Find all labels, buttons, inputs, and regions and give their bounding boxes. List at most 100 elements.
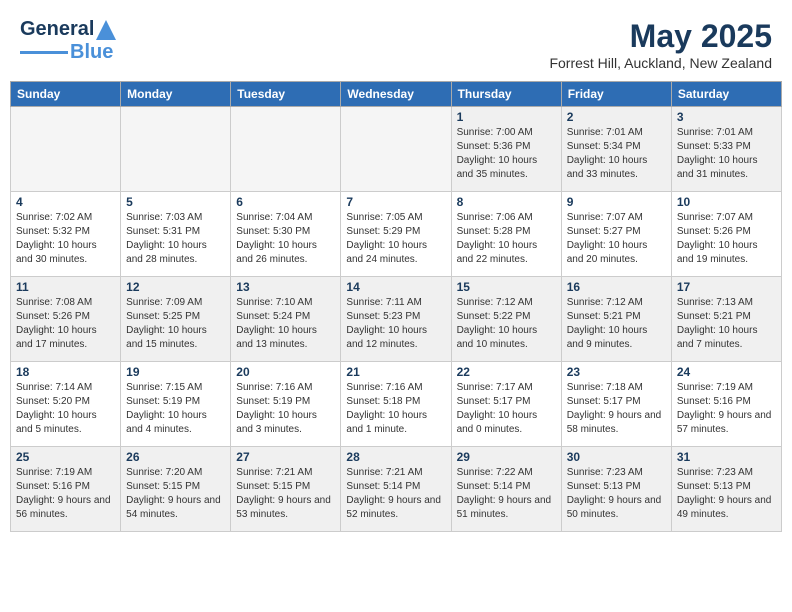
page-subtitle: Forrest Hill, Auckland, New Zealand xyxy=(549,55,772,71)
day-number: 22 xyxy=(457,365,556,379)
calendar-table: SundayMondayTuesdayWednesdayThursdayFrid… xyxy=(10,81,782,532)
day-info: Sunrise: 7:04 AMSunset: 5:30 PMDaylight:… xyxy=(236,211,335,267)
page-header: General Blue May 2025 Forrest Hill, Auck… xyxy=(10,10,782,75)
calendar-day-cell: 13 Sunrise: 7:10 AMSunset: 5:24 PMDayligh… xyxy=(231,277,341,362)
day-info: Sunrise: 7:16 AMSunset: 5:19 PMDaylight:… xyxy=(236,381,335,437)
day-info: Sunrise: 7:12 AMSunset: 5:22 PMDaylight:… xyxy=(457,296,556,352)
day-info: Sunrise: 7:20 AMSunset: 5:15 PMDaylight:… xyxy=(126,466,225,522)
calendar-day-header: Sunday xyxy=(11,82,121,107)
day-info: Sunrise: 7:08 AMSunset: 5:26 PMDaylight:… xyxy=(16,296,115,352)
day-info: Sunrise: 7:02 AMSunset: 5:32 PMDaylight:… xyxy=(16,211,115,267)
day-number: 16 xyxy=(567,280,666,294)
day-info: Sunrise: 7:11 AMSunset: 5:23 PMDaylight:… xyxy=(346,296,445,352)
calendar-day-cell: 12 Sunrise: 7:09 AMSunset: 5:25 PMDayligh… xyxy=(121,277,231,362)
calendar-day-cell: 7 Sunrise: 7:05 AMSunset: 5:29 PMDaylight… xyxy=(341,192,451,277)
calendar-day-cell: 2 Sunrise: 7:01 AMSunset: 5:34 PMDaylight… xyxy=(561,107,671,192)
calendar-day-cell: 27 Sunrise: 7:21 AMSunset: 5:15 PMDayligh… xyxy=(231,447,341,532)
calendar-week-row: 4 Sunrise: 7:02 AMSunset: 5:32 PMDaylight… xyxy=(11,192,782,277)
calendar-day-cell xyxy=(341,107,451,192)
calendar-header-row: SundayMondayTuesdayWednesdayThursdayFrid… xyxy=(11,82,782,107)
day-info: Sunrise: 7:17 AMSunset: 5:17 PMDaylight:… xyxy=(457,381,556,437)
calendar-day-cell: 9 Sunrise: 7:07 AMSunset: 5:27 PMDaylight… xyxy=(561,192,671,277)
day-info: Sunrise: 7:15 AMSunset: 5:19 PMDaylight:… xyxy=(126,381,225,437)
calendar-day-cell: 11 Sunrise: 7:08 AMSunset: 5:26 PMDayligh… xyxy=(11,277,121,362)
calendar-day-cell xyxy=(121,107,231,192)
day-info: Sunrise: 7:01 AMSunset: 5:34 PMDaylight:… xyxy=(567,126,666,182)
day-number: 30 xyxy=(567,450,666,464)
day-number: 27 xyxy=(236,450,335,464)
day-number: 7 xyxy=(346,195,445,209)
day-info: Sunrise: 7:05 AMSunset: 5:29 PMDaylight:… xyxy=(346,211,445,267)
day-info: Sunrise: 7:03 AMSunset: 5:31 PMDaylight:… xyxy=(126,211,225,267)
day-number: 5 xyxy=(126,195,225,209)
day-number: 23 xyxy=(567,365,666,379)
day-number: 21 xyxy=(346,365,445,379)
page-title: May 2025 xyxy=(549,18,772,55)
day-number: 3 xyxy=(677,110,776,124)
calendar-day-cell: 19 Sunrise: 7:15 AMSunset: 5:19 PMDayligh… xyxy=(121,362,231,447)
day-info: Sunrise: 7:23 AMSunset: 5:13 PMDaylight:… xyxy=(677,466,776,522)
day-number: 31 xyxy=(677,450,776,464)
day-number: 2 xyxy=(567,110,666,124)
day-info: Sunrise: 7:07 AMSunset: 5:27 PMDaylight:… xyxy=(567,211,666,267)
day-info: Sunrise: 7:21 AMSunset: 5:14 PMDaylight:… xyxy=(346,466,445,522)
day-number: 25 xyxy=(16,450,115,464)
day-number: 10 xyxy=(677,195,776,209)
day-info: Sunrise: 7:07 AMSunset: 5:26 PMDaylight:… xyxy=(677,211,776,267)
day-number: 29 xyxy=(457,450,556,464)
day-number: 17 xyxy=(677,280,776,294)
calendar-day-header: Monday xyxy=(121,82,231,107)
day-info: Sunrise: 7:16 AMSunset: 5:18 PMDaylight:… xyxy=(346,381,445,437)
day-info: Sunrise: 7:14 AMSunset: 5:20 PMDaylight:… xyxy=(16,381,115,437)
day-info: Sunrise: 7:23 AMSunset: 5:13 PMDaylight:… xyxy=(567,466,666,522)
day-number: 24 xyxy=(677,365,776,379)
day-number: 26 xyxy=(126,450,225,464)
calendar-day-cell: 31 Sunrise: 7:23 AMSunset: 5:13 PMDayligh… xyxy=(671,447,781,532)
calendar-day-cell: 6Sunrise: 7:04 AMSunset: 5:30 PMDaylight… xyxy=(231,192,341,277)
day-number: 15 xyxy=(457,280,556,294)
calendar-day-cell: 24Sunrise: 7:19 AMSunset: 5:16 PMDayligh… xyxy=(671,362,781,447)
calendar-week-row: 1Sunrise: 7:00 AMSunset: 5:36 PMDaylight… xyxy=(11,107,782,192)
day-number: 20 xyxy=(236,365,335,379)
day-number: 14 xyxy=(346,280,445,294)
calendar-day-header: Saturday xyxy=(671,82,781,107)
calendar-day-header: Thursday xyxy=(451,82,561,107)
day-number: 19 xyxy=(126,365,225,379)
calendar-day-cell: 20 Sunrise: 7:16 AMSunset: 5:19 PMDayligh… xyxy=(231,362,341,447)
calendar-day-cell: 17 Sunrise: 7:13 AMSunset: 5:21 PMDayligh… xyxy=(671,277,781,362)
day-info: Sunrise: 7:19 AMSunset: 5:16 PMDaylight:… xyxy=(16,466,115,522)
calendar-day-cell: 23 Sunrise: 7:18 AMSunset: 5:17 PMDayligh… xyxy=(561,362,671,447)
day-info: Sunrise: 7:22 AMSunset: 5:14 PMDaylight:… xyxy=(457,466,556,522)
calendar-day-cell: 30 Sunrise: 7:23 AMSunset: 5:13 PMDayligh… xyxy=(561,447,671,532)
day-info: Sunrise: 7:21 AMSunset: 5:15 PMDaylight:… xyxy=(236,466,335,522)
calendar-day-cell: 25 Sunrise: 7:19 AMSunset: 5:16 PMDayligh… xyxy=(11,447,121,532)
day-number: 12 xyxy=(126,280,225,294)
calendar-day-cell: 10 Sunrise: 7:07 AMSunset: 5:26 PMDayligh… xyxy=(671,192,781,277)
day-number: 4 xyxy=(16,195,115,209)
calendar-day-cell: 21 Sunrise: 7:16 AMSunset: 5:18 PMDayligh… xyxy=(341,362,451,447)
day-info: Sunrise: 7:13 AMSunset: 5:21 PMDaylight:… xyxy=(677,296,776,352)
day-number: 11 xyxy=(16,280,115,294)
day-info: Sunrise: 7:18 AMSunset: 5:17 PMDaylight:… xyxy=(567,381,666,437)
day-number: 9 xyxy=(567,195,666,209)
calendar-day-cell: 28 Sunrise: 7:21 AMSunset: 5:14 PMDayligh… xyxy=(341,447,451,532)
day-info: Sunrise: 7:12 AMSunset: 5:21 PMDaylight:… xyxy=(567,296,666,352)
calendar-day-cell: 8Sunrise: 7:06 AMSunset: 5:28 PMDaylight… xyxy=(451,192,561,277)
calendar-day-cell: 3 Sunrise: 7:01 AMSunset: 5:33 PMDaylight… xyxy=(671,107,781,192)
calendar-day-cell: 4 Sunrise: 7:02 AMSunset: 5:32 PMDaylight… xyxy=(11,192,121,277)
day-number: 1 xyxy=(457,110,556,124)
day-number: 8 xyxy=(457,195,556,209)
calendar-day-cell: 18Sunrise: 7:14 AMSunset: 5:20 PMDayligh… xyxy=(11,362,121,447)
day-number: 13 xyxy=(236,280,335,294)
calendar-day-cell: 16 Sunrise: 7:12 AMSunset: 5:21 PMDayligh… xyxy=(561,277,671,362)
day-info: Sunrise: 7:10 AMSunset: 5:24 PMDaylight:… xyxy=(236,296,335,352)
day-info: Sunrise: 7:01 AMSunset: 5:33 PMDaylight:… xyxy=(677,126,776,182)
title-block: May 2025 Forrest Hill, Auckland, New Zea… xyxy=(549,18,772,71)
calendar-day-header: Wednesday xyxy=(341,82,451,107)
logo-text-blue: Blue xyxy=(70,41,113,64)
calendar-week-row: 18Sunrise: 7:14 AMSunset: 5:20 PMDayligh… xyxy=(11,362,782,447)
calendar-day-cell: 15 Sunrise: 7:12 AMSunset: 5:22 PMDayligh… xyxy=(451,277,561,362)
logo-text-general: General xyxy=(20,18,94,41)
day-number: 28 xyxy=(346,450,445,464)
day-info: Sunrise: 7:09 AMSunset: 5:25 PMDaylight:… xyxy=(126,296,225,352)
